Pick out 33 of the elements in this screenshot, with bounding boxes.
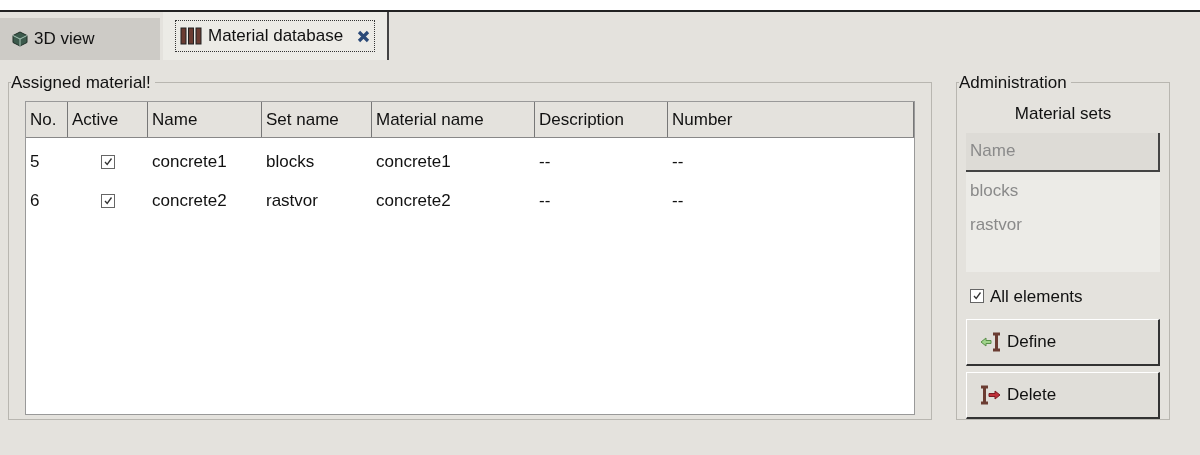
table-cell-text: blocks (266, 150, 315, 173)
columns-icon (180, 27, 202, 45)
arrow-out-of-beam-icon (979, 385, 1003, 405)
column-header[interactable]: Name (148, 102, 262, 137)
define-button[interactable]: Define (966, 319, 1160, 366)
column-header[interactable]: Active (68, 102, 148, 137)
table-cell-text: -- (672, 150, 684, 173)
table-cell-text: 6 (30, 189, 40, 212)
column-header[interactable]: Number (668, 102, 914, 137)
table-cell-text: rastvor (266, 189, 318, 212)
tab[interactable]: 3D view (0, 18, 160, 60)
table-cell-text: concrete2 (376, 189, 451, 212)
checkbox-label[interactable]: All elements (990, 283, 1083, 309)
column-header[interactable]: Material name (372, 102, 535, 137)
table-cell-text: 5 (30, 150, 40, 173)
column-header[interactable]: No. (26, 102, 68, 137)
tab[interactable]: Material database (163, 12, 390, 60)
table-cell-text: -- (672, 189, 684, 212)
checkbox[interactable] (101, 154, 115, 169)
table-cell-text: concrete2 (152, 189, 227, 212)
table-cell-text: concrete1 (152, 150, 227, 173)
section-title: Material sets (1014, 103, 1112, 125)
column-header[interactable]: Description (535, 102, 668, 137)
cube-icon (12, 31, 28, 47)
checkbox[interactable] (970, 289, 984, 304)
delete-button[interactable]: Delete (966, 372, 1160, 419)
table-cell-text: concrete1 (376, 150, 451, 173)
table-cell-text: -- (539, 150, 551, 173)
column-header[interactable]: Set name (262, 102, 372, 137)
close-icon[interactable] (357, 29, 371, 43)
arrow-into-beam-icon (979, 332, 1003, 352)
table-cell-text: -- (539, 189, 551, 212)
checkbox[interactable] (101, 193, 115, 208)
